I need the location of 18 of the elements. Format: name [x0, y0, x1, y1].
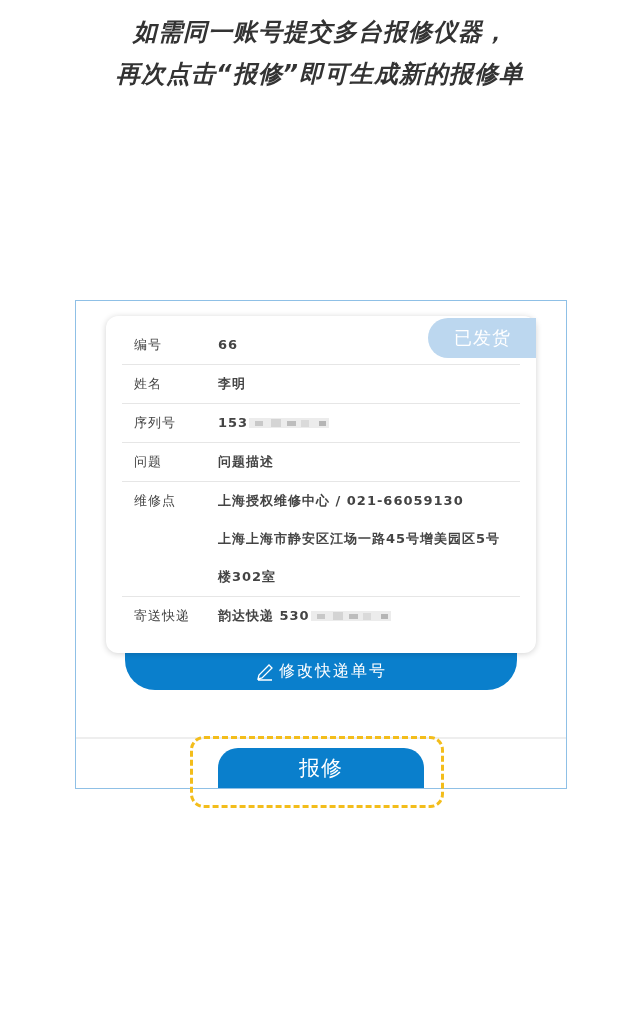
edit-tracking-button[interactable]: 修改快递单号	[125, 653, 517, 690]
status-badge: 已发货	[428, 318, 536, 358]
field-label: 维修点	[134, 492, 177, 510]
field-value: 上海授权维修中心 / 021-66059130	[218, 492, 464, 510]
field-value: 66	[218, 336, 239, 354]
field-label: 序列号	[134, 414, 177, 432]
field-label: 寄送快递	[134, 607, 191, 625]
caption-text: 再次点击“报修”即可生成新的报修单	[116, 59, 524, 90]
field-value: 李明	[218, 375, 246, 393]
field-label: 问题	[134, 453, 163, 471]
caption-text: 如需同一账号提交多台报修仪器，	[132, 17, 508, 48]
field-label: 姓名	[134, 375, 163, 393]
field-value: 上海上海市静安区江场一路45号增美园区5号楼302室	[218, 530, 502, 586]
field-value: 153	[218, 414, 249, 432]
field-value: 问题描述	[218, 453, 274, 471]
field-label: 编号	[134, 336, 163, 354]
field-value: 韵达快递 530	[218, 607, 310, 625]
repair-button[interactable]: 报修	[218, 748, 424, 788]
